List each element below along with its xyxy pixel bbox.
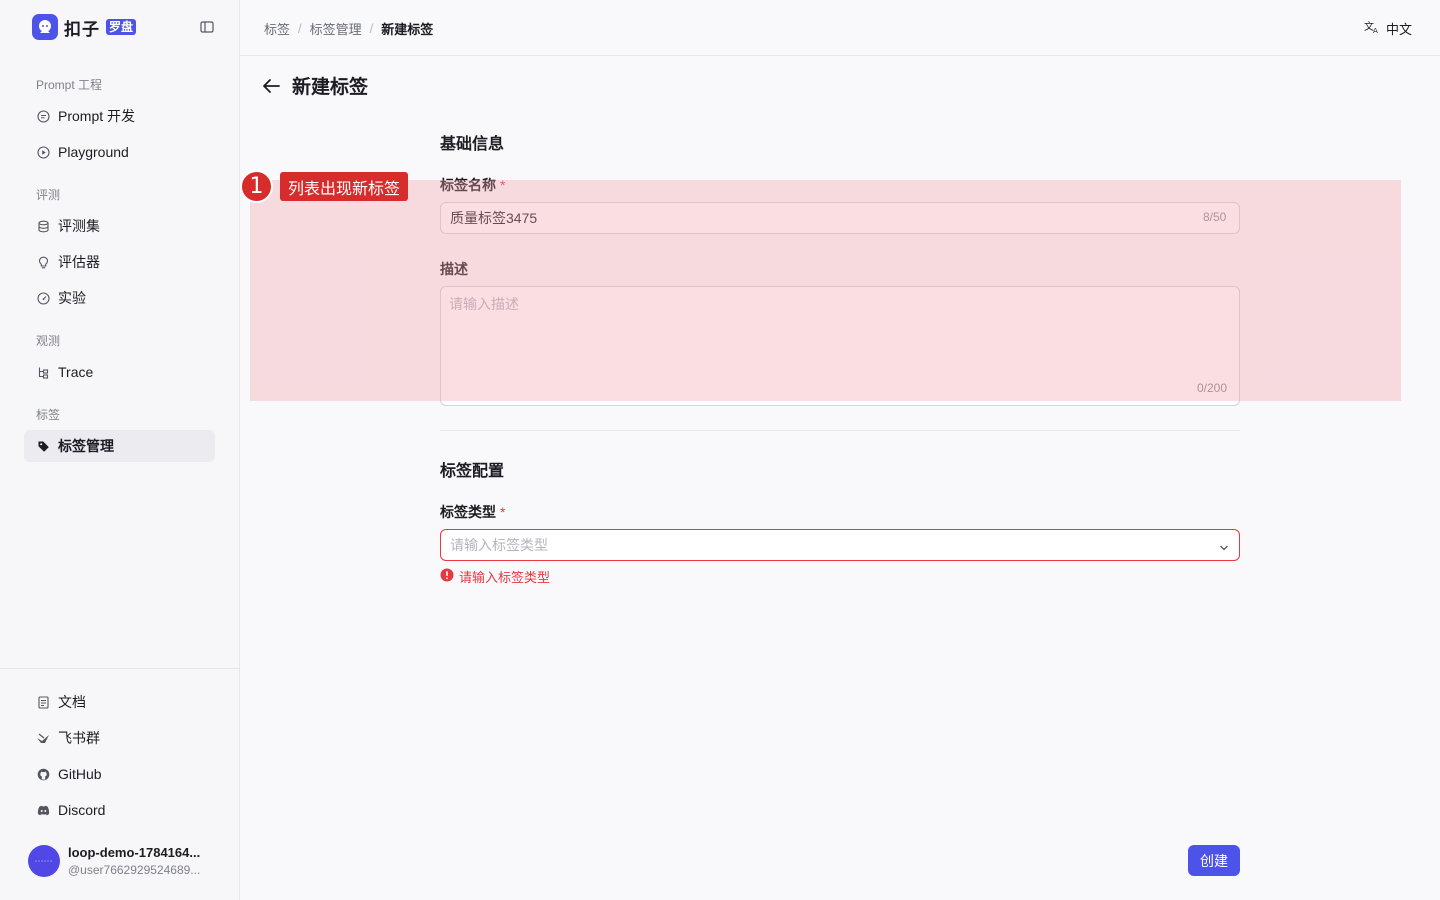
breadcrumb-item-tags[interactable]: 标签 [264,19,290,38]
tag-type-select[interactable]: 请输入标签类型 [440,529,1240,561]
breadcrumb-item-tag-management[interactable]: 标签管理 [310,19,362,38]
language-switcher[interactable]: 文A 中文 [1364,19,1412,38]
sidebar-item-label: 标签管理 [58,438,114,454]
annotation-step-badge: 1 [240,170,273,203]
user-name: loop-demo-1784164... [68,845,201,860]
sidebar-item-lark-group[interactable]: 飞书群 [24,722,215,754]
sidebar-item-eval-sets[interactable]: 评测集 [24,210,215,242]
logo-text: 扣子 [64,19,100,39]
tag-type-error: 请输入标签类型 [440,567,550,586]
sidebar-divider [0,668,239,669]
tag-type-placeholder: 请输入标签类型 [450,537,548,553]
tag-type-label: 标签类型 * [440,502,505,522]
sidebar-item-prompt-dev[interactable]: Prompt 开发 [24,100,215,132]
sidebar-item-github[interactable]: GitHub [24,758,215,790]
sidebar-item-label: GitHub [58,766,102,782]
create-button[interactable]: 创建 [1188,845,1240,876]
trace-icon [36,365,50,379]
page-title: 新建标签 [292,77,369,98]
sidebar-item-evaluators[interactable]: 评估器 [24,246,215,278]
logo-badge: 罗盘 [106,19,137,35]
app-logo[interactable]: 扣子 罗盘 [32,14,137,40]
dashboard-icon [36,291,50,305]
group-title-eval: 评测 [36,188,61,202]
sidebar-item-label: 文档 [58,694,86,710]
sidebar-item-label: 评估器 [58,254,100,270]
github-icon [36,767,50,781]
chevron-down-icon [1219,540,1229,556]
sidebar: 扣子 罗盘 Prompt 工程 Prompt 开发 Playground 评测 … [0,0,240,900]
document-icon [36,695,50,709]
avatar [28,845,60,877]
required-mark: * [500,504,506,520]
annotation-label: 列表出现新标签 [280,172,409,201]
translate-icon: 文A [1364,20,1380,37]
sidebar-item-label: 评测集 [58,218,100,234]
sidebar-item-label: 飞书群 [58,730,100,746]
page-header: 新建标签 [262,72,368,99]
tag-type-label-text: 标签类型 [440,504,496,520]
sidebar-item-label: 实验 [58,290,86,306]
breadcrumb: 标签 / 标签管理 / 新建标签 [264,19,433,38]
sidebar-item-trace[interactable]: Trace [24,356,215,388]
section-divider [440,430,1240,431]
sidebar-item-experiments[interactable]: 实验 [24,282,215,314]
play-circle-icon [36,145,50,159]
sidebar-item-docs[interactable]: 文档 [24,686,215,718]
group-title-tags: 标签 [36,408,61,422]
logo-icon [32,14,58,40]
sidebar-item-label: Trace [58,364,94,380]
error-icon [440,568,454,585]
sidebar-item-label: Discord [58,802,106,818]
sidebar-item-label: Prompt 开发 [58,108,136,124]
tag-icon [36,439,50,453]
sidebar-item-label: Playground [58,144,129,160]
sidebar-item-discord[interactable]: Discord [24,794,215,826]
svg-text:A: A [1373,27,1378,34]
sidebar-item-tag-management[interactable]: 标签管理 [24,430,215,462]
top-bar: 标签 / 标签管理 / 新建标签 文A 中文 [240,0,1440,56]
breadcrumb-separator: / [298,21,302,36]
sidebar-collapse-icon[interactable] [200,20,216,36]
back-arrow-icon[interactable] [262,76,282,96]
section-title-basic: 基础信息 [440,136,505,153]
error-message: 请输入标签类型 [459,570,551,585]
language-label: 中文 [1385,22,1412,37]
sidebar-item-playground[interactable]: Playground [24,136,215,168]
discord-icon [36,803,50,817]
user-handle: @user7662929524689... [68,863,201,877]
group-title-observe: 观测 [36,334,61,348]
prompt-icon [36,109,50,123]
section-title-config: 标签配置 [440,463,505,480]
group-title-prompt: Prompt 工程 [36,78,103,92]
bulb-icon [36,255,50,269]
breadcrumb-separator: / [369,21,374,36]
user-profile[interactable]: loop-demo-1784164... @user7662929524689.… [28,845,210,877]
annotation-highlight [250,180,1401,401]
database-icon [36,219,50,233]
breadcrumb-item-current: 新建标签 [381,22,434,37]
lark-icon [36,731,50,745]
